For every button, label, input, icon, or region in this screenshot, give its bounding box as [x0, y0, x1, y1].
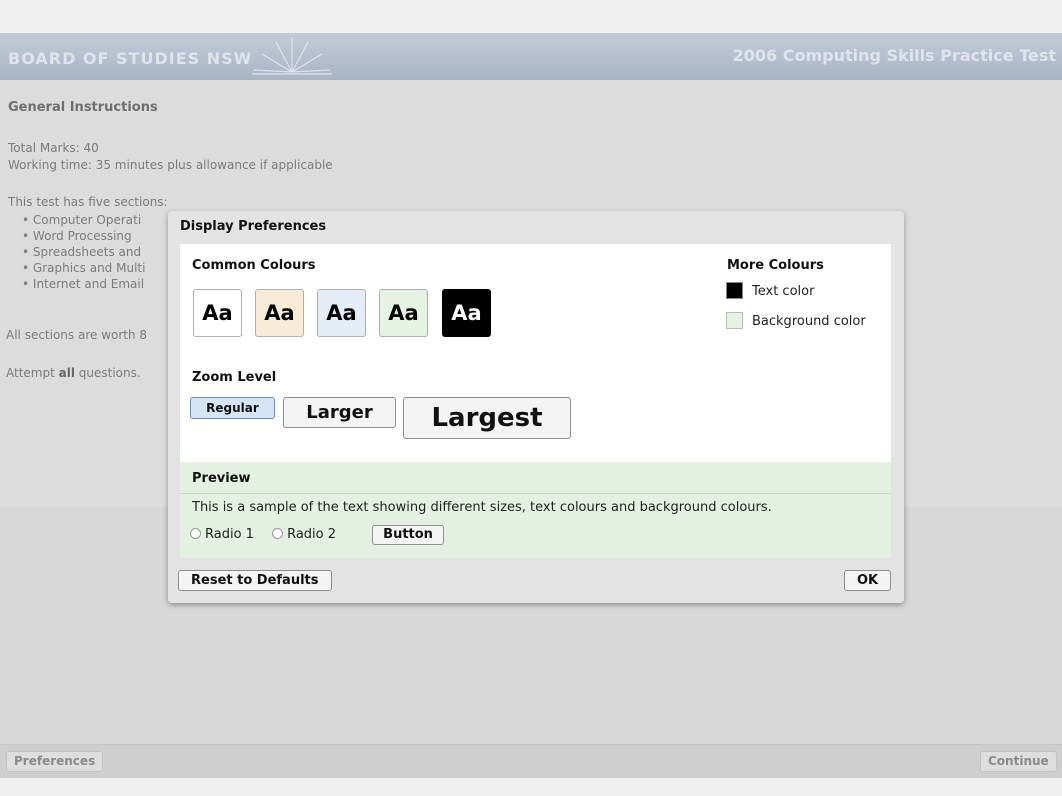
preview-radio-2[interactable]: Radio 2 [272, 527, 336, 542]
background-color-swatch-icon[interactable] [726, 312, 743, 329]
sections-intro: This test has five sections: [8, 195, 168, 209]
brand-title: BOARD OF STUDIES NSW [8, 49, 253, 68]
section-list: Computer Operati Word Processing Spreads… [22, 212, 146, 292]
zoom-larger-button[interactable]: Larger [283, 397, 396, 428]
radio-2-label: Radio 2 [287, 527, 337, 542]
attempt-prefix: Attempt [6, 366, 59, 380]
sections-worth: All sections are worth 8 [6, 328, 148, 342]
more-colours-label: More Colours [727, 258, 824, 273]
preview-controls: Radio 1 Radio 2 Button [190, 525, 444, 545]
colour-swatch-cream[interactable]: Aa [255, 289, 304, 337]
radio-1-label: Radio 1 [205, 527, 254, 542]
radio-icon[interactable] [190, 528, 201, 539]
preview-sample-text: This is a sample of the text showing dif… [192, 500, 772, 515]
instructions-heading: General Instructions [8, 100, 158, 115]
preview-panel: Preview This is a sample of the text sho… [180, 462, 891, 558]
attempt-instruction: Attempt all questions. [6, 366, 141, 380]
list-item: Graphics and Multi [22, 260, 146, 276]
continue-button[interactable]: Continue [980, 751, 1057, 772]
background-color-picker[interactable]: Background color [726, 312, 866, 330]
colour-swatch-black[interactable]: Aa [442, 289, 491, 337]
working-time: Working time: 35 minutes plus allowance … [8, 158, 333, 172]
dialog-title: Display Preferences [180, 219, 327, 234]
background-color-label: Background color [752, 314, 866, 329]
preview-button[interactable]: Button [372, 525, 444, 545]
attempt-suffix: questions. [74, 366, 141, 380]
text-color-label: Text color [752, 284, 815, 299]
colour-swatch-white[interactable]: Aa [193, 289, 242, 337]
top-strip [0, 0, 1062, 33]
display-preferences-dialog: Display Preferences Common Colours Aa Aa… [168, 211, 904, 603]
text-color-swatch-icon[interactable] [726, 282, 743, 299]
preferences-button[interactable]: Preferences [6, 751, 104, 772]
preview-label: Preview [192, 471, 251, 486]
marks-info: Total Marks: 40 Working time: 35 minutes… [8, 140, 333, 174]
list-item: Internet and Email [22, 276, 145, 292]
starburst-logo-icon [252, 38, 332, 75]
total-marks: Total Marks: 40 [8, 141, 99, 155]
colour-swatch-blue[interactable]: Aa [317, 289, 366, 337]
reset-to-defaults-button[interactable]: Reset to Defaults [178, 570, 332, 591]
bottom-bar [0, 744, 1062, 778]
ok-button[interactable]: OK [844, 570, 891, 591]
attempt-bold: all [58, 366, 75, 380]
zoom-largest-button[interactable]: Largest [403, 397, 571, 439]
zoom-level-label: Zoom Level [192, 370, 277, 385]
colour-swatch-green[interactable]: Aa [379, 289, 428, 337]
preview-divider [180, 493, 891, 494]
list-item: Spreadsheets and [22, 244, 145, 260]
preview-radio-1[interactable]: Radio 1 [190, 527, 254, 542]
dialog-panel: Common Colours Aa Aa Aa Aa Aa More Colou… [180, 244, 891, 558]
bottom-strip [0, 778, 1062, 796]
test-title: 2006 Computing Skills Practice Test [732, 46, 1056, 65]
text-color-picker[interactable]: Text color [726, 282, 815, 300]
list-item: Computer Operati [22, 212, 145, 228]
zoom-regular-button[interactable]: Regular [190, 397, 275, 419]
common-colours-label: Common Colours [192, 258, 316, 273]
radio-icon[interactable] [272, 528, 284, 539]
header-bar: BOARD OF STUDIES NSW 2006 Computing Skil… [0, 33, 1062, 80]
list-item: Word Processing [22, 228, 145, 244]
